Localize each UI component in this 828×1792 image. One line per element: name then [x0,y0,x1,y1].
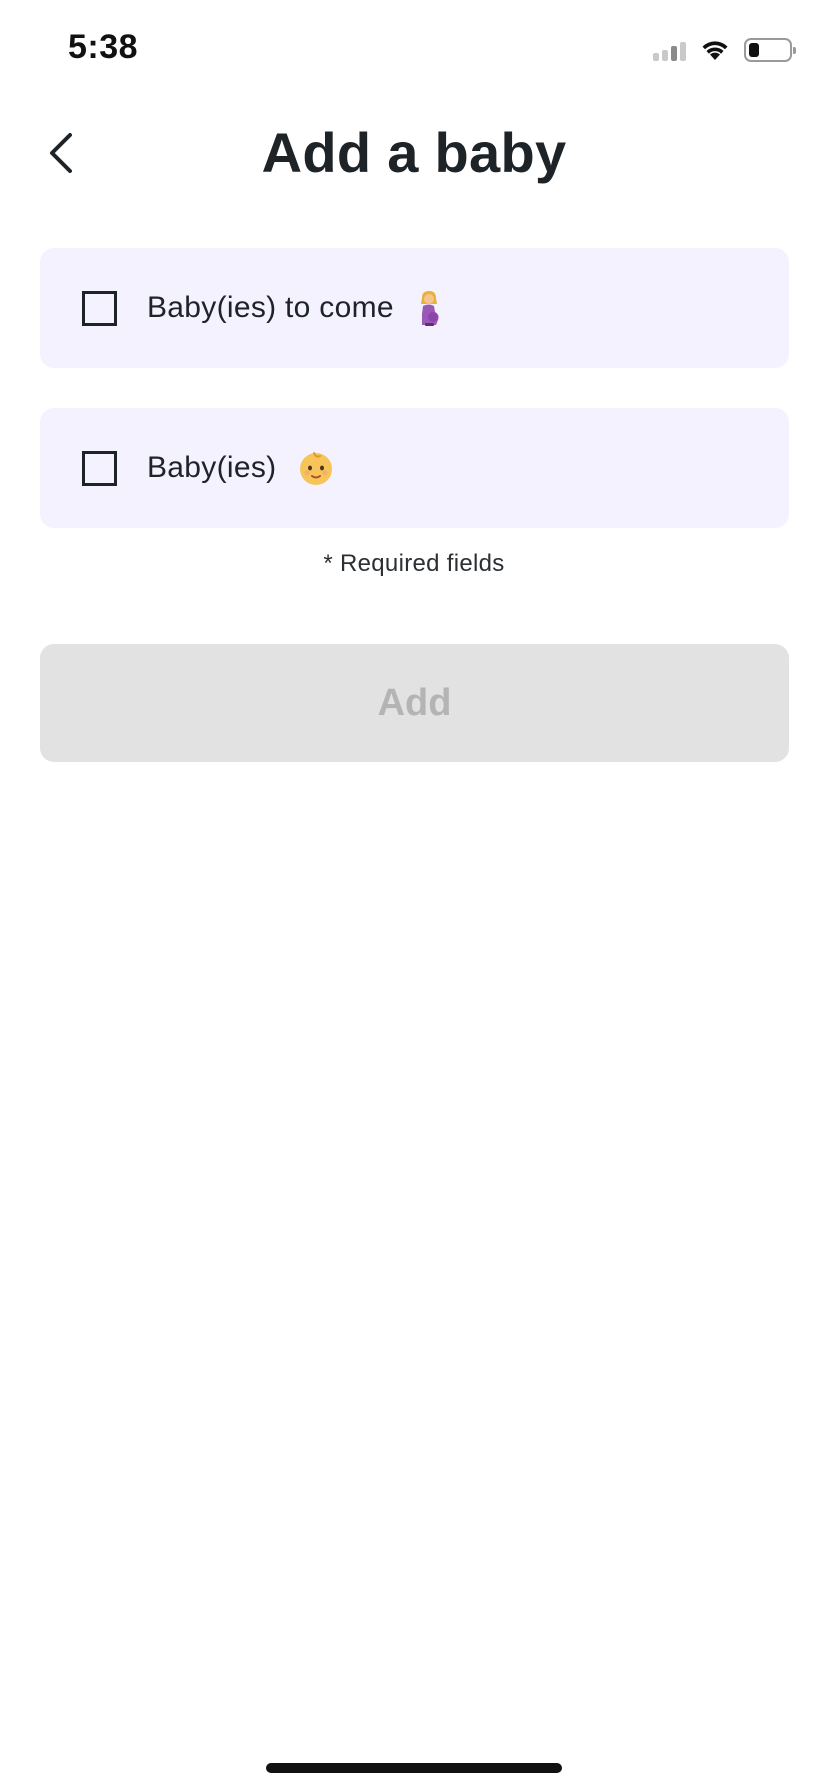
home-indicator [266,1763,562,1773]
babies-to-come-checkbox[interactable] [82,290,117,326]
status-bar: 5:38 [0,0,828,100]
add-button[interactable]: Add [40,644,789,762]
option-babies[interactable]: Baby(ies) [40,408,789,528]
required-fields-note: * Required fields [323,550,505,577]
add-baby-screen: 5:38 Add a baby Baby(ies) to come Baby(i… [0,0,828,1792]
header: Add a baby [0,110,828,200]
wifi-icon [700,38,730,62]
option-babies-to-come[interactable]: Baby(ies) to come [40,248,789,368]
babies-label: Baby(ies) [147,451,277,484]
cellular-signal-icon [653,39,686,61]
baby-emoji-icon [298,450,334,486]
babies-checkbox[interactable] [82,450,117,486]
status-time: 5:38 [68,28,139,66]
babies-to-come-label: Baby(ies) to come [147,291,394,324]
battery-icon [744,38,796,62]
page-title: Add a baby [261,121,567,184]
status-icons [653,36,796,64]
pregnant-woman-emoji-icon [416,290,442,326]
